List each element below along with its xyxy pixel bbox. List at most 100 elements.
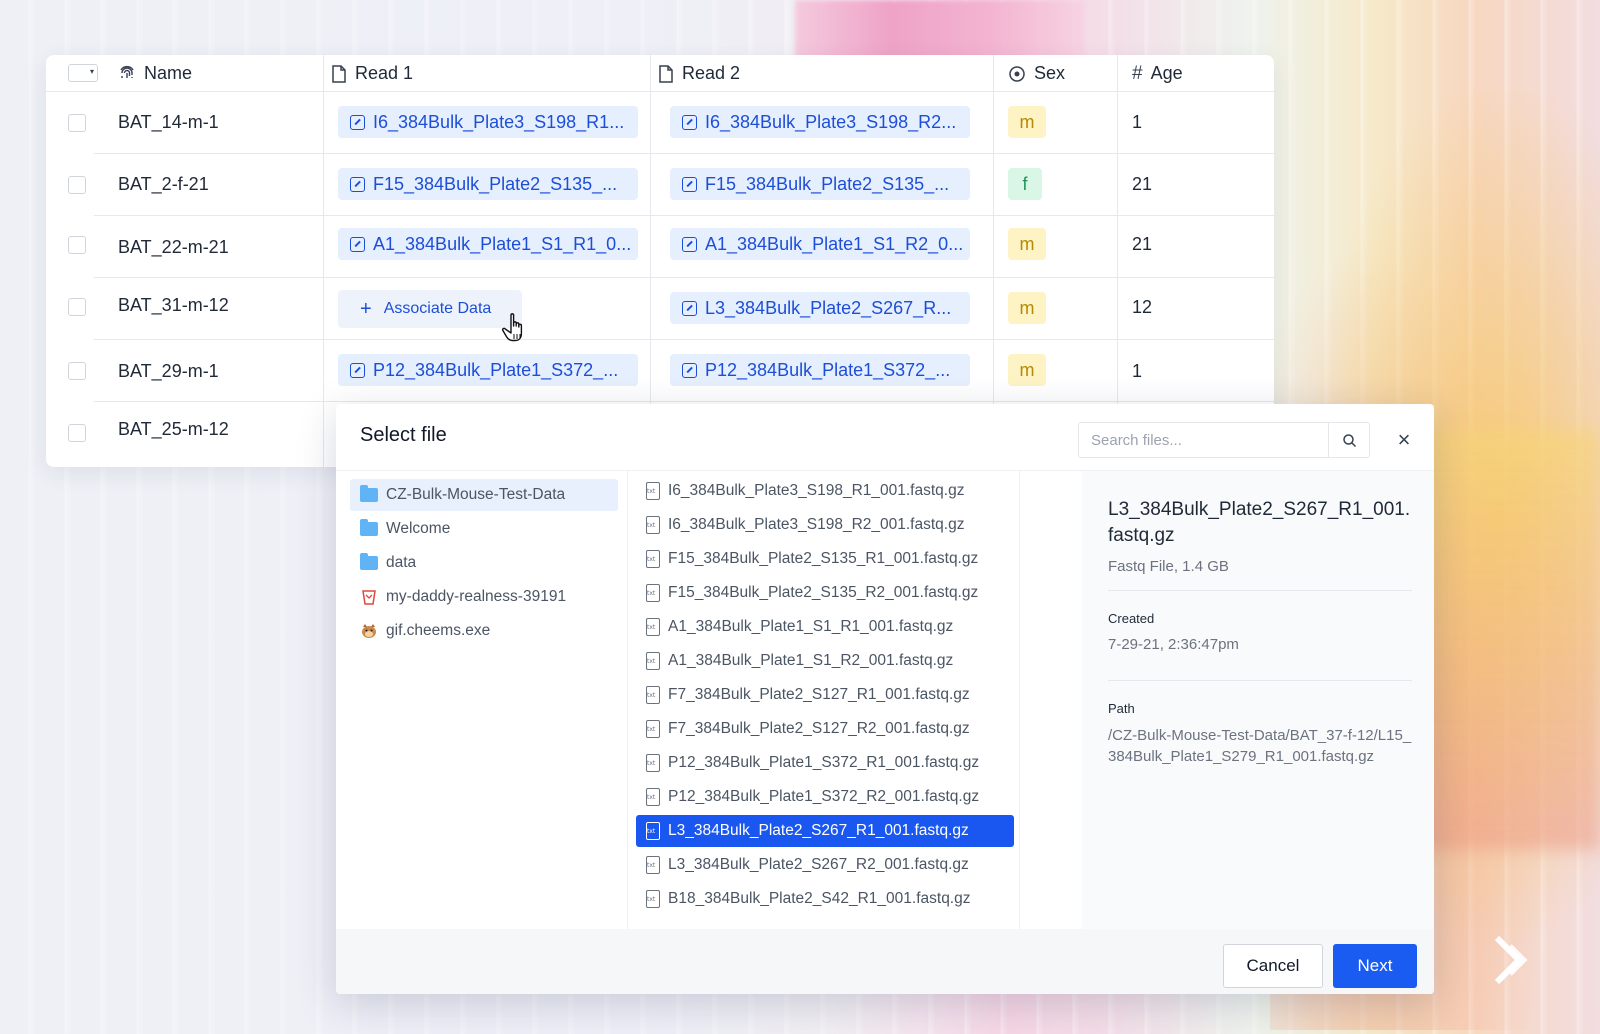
file-icon: [646, 856, 660, 874]
table-row[interactable]: BAT_14-m-1 I6_384Bulk_Plate3_S198_R1... …: [46, 92, 1274, 154]
folder-label: my-daddy-realness-39191: [386, 588, 567, 605]
file-item[interactable]: F15_384Bulk_Plate2_S135_R1_001.fastq.gz: [636, 543, 1014, 575]
table-row[interactable]: BAT_31-m-12 + Associate Data L3_384Bulk_…: [46, 278, 1274, 340]
column-header-sex[interactable]: Sex: [1008, 55, 1065, 92]
chip-label: P12_384Bulk_Plate1_S372_...: [373, 359, 619, 380]
folder-item[interactable]: gif.cheems.exe: [350, 615, 618, 647]
file-chip[interactable]: F15_384Bulk_Plate2_S135_...: [670, 168, 970, 200]
file-chip[interactable]: P12_384Bulk_Plate1_S372_...: [670, 354, 970, 386]
row-name: BAT_22-m-21: [118, 237, 229, 257]
column-header-label: Read 2: [682, 63, 741, 83]
file-item[interactable]: L3_384Bulk_Plate2_S267_R2_001.fastq.gz: [636, 849, 1014, 881]
file-item[interactable]: A1_384Bulk_Plate1_S1_R1_001.fastq.gz: [636, 611, 1014, 643]
search-icon: [1342, 433, 1356, 447]
file-chip[interactable]: P12_384Bulk_Plate1_S372_...: [338, 354, 638, 386]
row-name: BAT_14-m-1: [118, 112, 219, 132]
folder-item[interactable]: CZ-Bulk-Mouse-Test-Data: [350, 479, 618, 511]
file-chip[interactable]: L3_384Bulk_Plate2_S267_R...: [670, 292, 970, 324]
folder-item[interactable]: my-daddy-realness-39191: [350, 581, 618, 613]
file-chip[interactable]: F15_384Bulk_Plate2_S135_...: [338, 168, 638, 200]
file-chip[interactable]: A1_384Bulk_Plate1_S1_R1_0...: [338, 228, 638, 260]
row-checkbox[interactable]: [68, 114, 86, 132]
file-icon: [646, 516, 660, 534]
column-header-label: Name: [144, 63, 193, 83]
file-label: P12_384Bulk_Plate1_S372_R2_001.fastq.gz: [668, 788, 980, 805]
file-label: P12_384Bulk_Plate1_S372_R1_001.fastq.gz: [668, 754, 980, 771]
file-icon: [646, 652, 660, 670]
column-header-read1[interactable]: Read 1: [331, 55, 413, 92]
file-list: I6_384Bulk_Plate3_S198_R1_001.fastq.gz I…: [628, 471, 1020, 929]
file-item[interactable]: A1_384Bulk_Plate1_S1_R2_001.fastq.gz: [636, 645, 1014, 677]
file-item[interactable]: I6_384Bulk_Plate3_S198_R2_001.fastq.gz: [636, 509, 1014, 541]
file-label: F15_384Bulk_Plate2_S135_R1_001.fastq.gz: [668, 550, 979, 567]
file-chip[interactable]: A1_384Bulk_Plate1_S1_R2_0...: [670, 228, 970, 260]
external-link-icon: [350, 176, 365, 192]
file-item[interactable]: P12_384Bulk_Plate1_S372_R1_001.fastq.gz: [636, 747, 1014, 779]
row-age: 1: [1132, 361, 1143, 381]
file-chip[interactable]: I6_384Bulk_Plate3_S198_R1...: [338, 106, 638, 138]
file-icon: [646, 754, 660, 772]
column-header-age[interactable]: # Age: [1132, 55, 1183, 92]
select-circle-icon: [1009, 65, 1025, 82]
next-button[interactable]: Next: [1333, 944, 1417, 988]
file-item[interactable]: F7_384Bulk_Plate2_S127_R2_001.fastq.gz: [636, 713, 1014, 745]
select-all-checkbox[interactable]: ▾: [68, 64, 98, 82]
external-link-icon: [682, 300, 697, 316]
row-checkbox[interactable]: [68, 424, 86, 442]
row-checkbox[interactable]: [68, 298, 86, 316]
chip-label: I6_384Bulk_Plate3_S198_R1...: [373, 111, 625, 132]
search-button[interactable]: [1328, 423, 1369, 457]
column-header-name[interactable]: Name: [118, 55, 192, 92]
file-label: I6_384Bulk_Plate3_S198_R2_001.fastq.gz: [668, 516, 965, 533]
sex-badge: f: [1008, 168, 1042, 200]
folder-item[interactable]: data: [350, 547, 618, 579]
row-checkbox[interactable]: [68, 176, 86, 194]
row-checkbox[interactable]: [68, 236, 86, 254]
dialog-footer: Cancel Next: [336, 929, 1434, 994]
external-link-icon: [350, 236, 365, 252]
folder-icon: [360, 485, 378, 502]
column-header-read2[interactable]: Read 2: [658, 55, 740, 92]
external-link-icon: [682, 114, 697, 130]
file-item[interactable]: I6_384Bulk_Plate3_S198_R1_001.fastq.gz: [636, 475, 1014, 507]
column-header-label: Read 1: [355, 63, 414, 83]
external-link-icon: [682, 236, 697, 252]
background-glow: [1410, 430, 1600, 850]
search-input[interactable]: [1079, 423, 1328, 457]
associate-data-button[interactable]: + Associate Data: [338, 290, 522, 328]
file-details-panel: L3_384Bulk_Plate2_S267_R1_001.fastq.gz F…: [1082, 471, 1434, 929]
close-button[interactable]: ×: [1390, 426, 1418, 454]
created-value: 7-29-21, 2:36:47pm: [1108, 636, 1239, 653]
folder-item[interactable]: Welcome: [350, 513, 618, 545]
row-age: 21: [1132, 234, 1153, 254]
column-header-label: Sex: [1034, 63, 1066, 83]
external-link-icon: [350, 114, 365, 130]
file-item[interactable]: B18_384Bulk_Plate2_S42_R1_001.fastq.gz: [636, 883, 1014, 915]
created-label: Created: [1108, 611, 1155, 626]
button-label: Associate Data: [383, 300, 492, 317]
file-icon: [646, 584, 660, 602]
sex-badge: m: [1008, 292, 1046, 324]
file-item-selected[interactable]: L3_384Bulk_Plate2_S267_R1_001.fastq.gz: [636, 815, 1014, 847]
file-icon: [646, 720, 660, 738]
table-row[interactable]: BAT_22-m-21 A1_384Bulk_Plate1_S1_R1_0...…: [46, 216, 1274, 278]
detail-title: L3_384Bulk_Plate2_S267_R1_001.fastq.gz: [1108, 499, 1411, 546]
file-icon: [646, 482, 660, 500]
sex-badge: m: [1008, 106, 1046, 138]
file-chip[interactable]: I6_384Bulk_Plate3_S198_R2...: [670, 106, 970, 138]
chip-label: A1_384Bulk_Plate1_S1_R2_0...: [705, 233, 964, 254]
chip-label: I6_384Bulk_Plate3_S198_R2...: [705, 111, 957, 132]
external-link-icon: [682, 176, 697, 192]
table-row[interactable]: BAT_29-m-1 P12_384Bulk_Plate1_S372_... P…: [46, 340, 1274, 402]
table-header: ▾ Name Read 1 Read 2 Sex # Age: [46, 55, 1274, 92]
search-box: [1078, 422, 1370, 458]
file-item[interactable]: F15_384Bulk_Plate2_S135_R2_001.fastq.gz: [636, 577, 1014, 609]
sex-badge: m: [1008, 228, 1046, 260]
file-item[interactable]: F7_384Bulk_Plate2_S127_R1_001.fastq.gz: [636, 679, 1014, 711]
table-row[interactable]: BAT_2-f-21 F15_384Bulk_Plate2_S135_... F…: [46, 154, 1274, 216]
file-icon: [646, 788, 660, 806]
file-item[interactable]: P12_384Bulk_Plate1_S372_R2_001.fastq.gz: [636, 781, 1014, 813]
folder-icon: [360, 519, 378, 536]
row-checkbox[interactable]: [68, 362, 86, 380]
cancel-button[interactable]: Cancel: [1223, 944, 1323, 988]
